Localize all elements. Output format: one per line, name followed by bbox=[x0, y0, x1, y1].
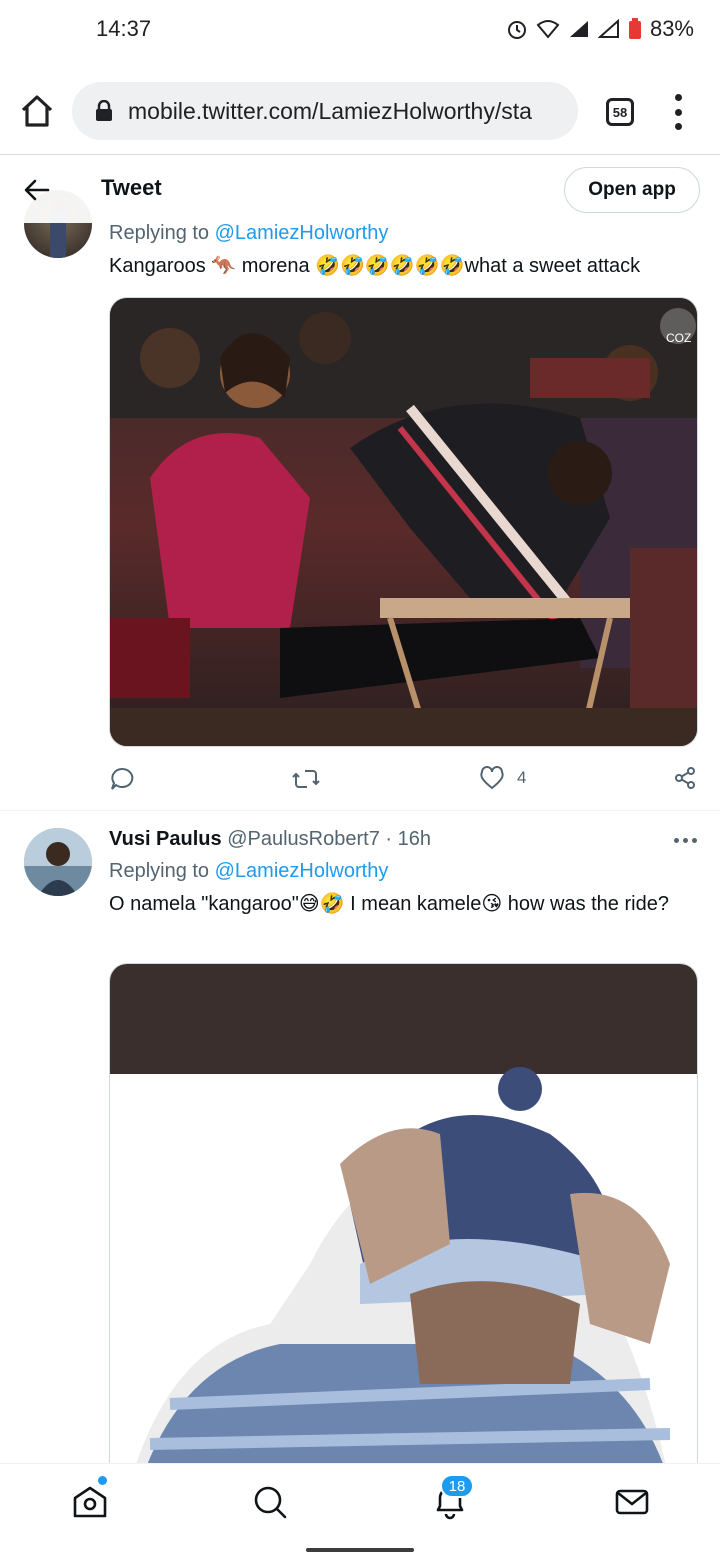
new-content-indicator bbox=[98, 1476, 107, 1485]
signal-icon bbox=[569, 21, 588, 37]
retweet-button[interactable] bbox=[292, 766, 320, 792]
wifi-icon bbox=[536, 20, 560, 39]
tweet-text: Kangaroos 🦘 morena 🤣🤣🤣🤣🤣🤣what a sweet at… bbox=[109, 255, 641, 277]
author-handle[interactable]: @PaulusRobert7 bbox=[227, 828, 380, 850]
battery-level: 83% bbox=[649, 16, 694, 41]
url-text: mobile.twitter.com/LamiezHolworthy/sta bbox=[128, 97, 532, 124]
share-button[interactable] bbox=[673, 766, 697, 790]
status-bar: 14:37 83% bbox=[0, 0, 720, 60]
gesture-navigation-bar[interactable] bbox=[0, 1537, 720, 1560]
replying-to: Replying to @LamiezHolworthy bbox=[109, 222, 388, 245]
reply-button[interactable] bbox=[109, 766, 135, 792]
bottom-navigation: 18 bbox=[0, 1463, 720, 1537]
mention-link[interactable]: @LamiezHolworthy bbox=[215, 860, 389, 882]
avatar[interactable] bbox=[24, 828, 92, 896]
status-icons: 83% bbox=[506, 16, 694, 42]
signal-icon bbox=[597, 19, 619, 38]
divider bbox=[0, 810, 720, 811]
more-options-icon[interactable] bbox=[674, 838, 697, 843]
reply-icon bbox=[111, 767, 134, 790]
alarm-icon bbox=[507, 21, 526, 39]
heart-icon bbox=[480, 766, 504, 790]
share-icon bbox=[675, 767, 695, 789]
tweet-text: O namela "kangaroo"😅🤣 I mean kamele😘 how… bbox=[109, 893, 669, 915]
retweet-icon bbox=[292, 770, 320, 788]
home-icon[interactable] bbox=[70, 1482, 110, 1522]
messages-icon[interactable] bbox=[612, 1482, 652, 1522]
tab-switcher-button[interactable]: 58 bbox=[606, 98, 634, 126]
battery-icon bbox=[628, 18, 641, 39]
tweet-photo[interactable] bbox=[109, 963, 698, 1483]
like-count: 4 bbox=[517, 768, 527, 787]
replying-label: Replying to bbox=[109, 222, 210, 244]
replying-label: Replying to bbox=[109, 860, 210, 882]
back-arrow-icon[interactable] bbox=[22, 175, 52, 205]
notification-badge: 18 bbox=[440, 1474, 474, 1498]
more-vert-icon[interactable] bbox=[668, 94, 688, 130]
address-bar[interactable]: mobile.twitter.com/LamiezHolworthy/sta bbox=[72, 82, 578, 140]
page-title: Tweet bbox=[101, 175, 162, 200]
watermark: COZ bbox=[666, 331, 691, 345]
open-app-button[interactable]: Open app bbox=[564, 167, 700, 213]
browser-toolbar: mobile.twitter.com/LamiezHolworthy/sta 5… bbox=[0, 72, 720, 152]
like-button[interactable]: 4 bbox=[479, 766, 526, 790]
tweet-author-line: Vusi Paulus @PaulusRobert7 · 16h bbox=[109, 828, 431, 851]
mention-link[interactable]: @LamiezHolworthy bbox=[215, 222, 389, 244]
separator: · bbox=[385, 828, 393, 850]
tweet-time[interactable]: 16h bbox=[398, 828, 431, 850]
search-icon[interactable] bbox=[250, 1482, 290, 1522]
home-icon[interactable] bbox=[18, 92, 56, 130]
author-name[interactable]: Vusi Paulus bbox=[109, 828, 222, 850]
lock-icon bbox=[96, 100, 112, 121]
tweet-header: Tweet Open app bbox=[0, 155, 720, 223]
replying-to: Replying to @LamiezHolworthy bbox=[109, 860, 388, 883]
status-time: 14:37 bbox=[96, 16, 152, 41]
tweet-actions: 4 bbox=[109, 762, 699, 796]
tweet-photo[interactable]: COZ bbox=[109, 297, 698, 747]
